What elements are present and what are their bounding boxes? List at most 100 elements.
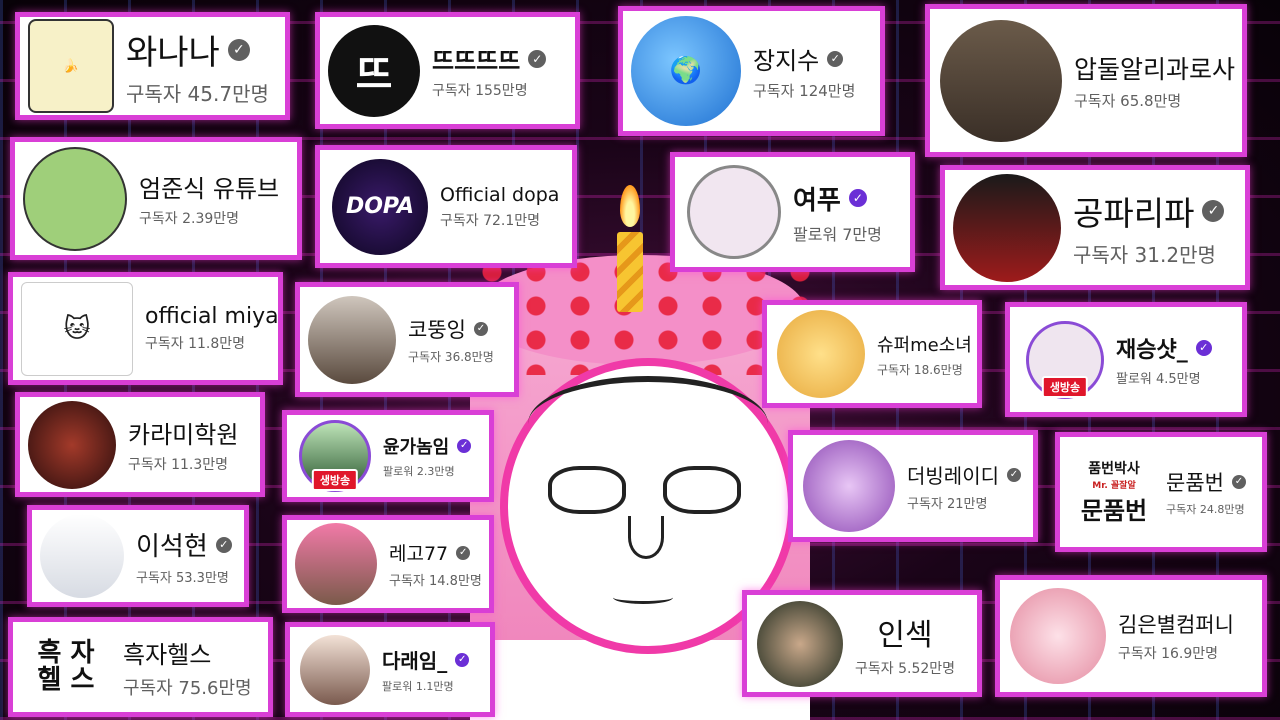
channel-name: 재승샷_ — [1116, 338, 1188, 363]
channel-card-wanana[interactable]: 🍌 와나나 ✓ 구독자 45.7만명 — [15, 12, 290, 120]
channel-name: 다래임_ — [382, 649, 448, 673]
verified-icon: ✓ — [456, 545, 471, 560]
channel-card-heukja[interactable]: 흑 자 헬 스 흑자헬스 구독자 75.6만명 — [8, 617, 273, 717]
verified-icon: ✓ — [215, 536, 232, 553]
channel-card-apdul[interactable]: 압둘알리과로사 구독자 65.8만명 — [925, 4, 1247, 157]
live-badge: 생방송 — [311, 469, 359, 491]
follower-count: 팔로워 4.5만명 — [1116, 372, 1201, 387]
channel-card-jangjisu[interactable]: 🌍 장지수 ✓ 구독자 124만명 — [618, 6, 885, 136]
subscriber-count: 구독자 16.9만명 — [1118, 646, 1219, 662]
channel-name: 인섹 — [877, 617, 933, 653]
dubing-avatar — [803, 440, 895, 532]
subscriber-count: 구독자 155만명 — [432, 83, 528, 99]
follower-count: 팔로워 2.3만명 — [383, 465, 455, 478]
channel-card-lego77[interactable]: 레고77 ✓ 구독자 14.8만명 — [282, 515, 494, 613]
face-nose — [628, 516, 664, 559]
channel-name: 흑자헬스 — [123, 640, 212, 669]
wanana-avatar: 🍌 — [28, 19, 114, 113]
subscriber-count: 구독자 124만명 — [753, 82, 856, 100]
heukja-logo: 흑 자 헬 스 — [37, 637, 95, 695]
channel-name: 압둘알리과로사 — [1074, 55, 1236, 84]
channel-name: 윤가놈임 — [383, 437, 450, 458]
munpumbun-logo: 품번박사 Mr. 꼴잘알 문품번 — [1080, 461, 1148, 525]
channel-card-munpumbun[interactable]: 품번박사 Mr. 꼴잘알 문품번 문품번 ✓ 구독자 24.8만명 — [1055, 432, 1267, 552]
subscriber-count: 구독자 11.8만명 — [145, 336, 246, 352]
verified-icon: ✓ — [1202, 200, 1225, 222]
channel-name: 공파리파 — [1073, 194, 1195, 233]
ddddd-avatar: 뜨 — [328, 24, 420, 117]
apdul-avatar — [940, 19, 1062, 142]
lego77-avatar — [295, 523, 377, 605]
channel-card-gongpa[interactable]: 공파리파 ✓ 구독자 31.2만명 — [940, 165, 1250, 290]
subscriber-count: 구독자 14.8만명 — [389, 574, 482, 589]
channel-card-insek[interactable]: 인섹 구독자 5.52만명 — [742, 590, 982, 697]
channel-name: 레고77 — [389, 543, 449, 565]
verified-icon: ✓ — [473, 322, 488, 336]
gongpa-avatar — [953, 173, 1061, 282]
channel-name: 문품번 — [1166, 471, 1224, 495]
verified-icon: ✓ — [457, 439, 472, 453]
verified-icon: ✓ — [1007, 467, 1021, 482]
channel-name: 이석현 — [136, 532, 208, 562]
follower-count: 팔로워 1.1만명 — [382, 680, 454, 693]
kimeunbyul-avatar — [1010, 588, 1106, 684]
subscriber-count: 구독자 11.3만명 — [128, 457, 229, 473]
subscriber-count: 구독자 31.2만명 — [1073, 243, 1216, 267]
channel-name: Official dopa — [440, 183, 560, 206]
channel-card-jaeseung[interactable]: 생방송 재승샷_ ✓ 팔로워 4.5만명 — [1005, 302, 1247, 417]
channel-card-superme[interactable]: 슈퍼me소녀 구독자 18.6만명 — [762, 300, 982, 408]
subscriber-count: 구독자 24.8만명 — [1166, 503, 1245, 516]
channel-card-kodungying[interactable]: 코뚱잉 ✓ 구독자 36.8만명 — [295, 282, 519, 397]
glasses-left — [548, 466, 626, 514]
channel-card-leeseokhyun[interactable]: 이석현 ✓ 구독자 53.3만명 — [27, 505, 249, 607]
channel-name: official miya — [145, 304, 279, 329]
jaeseung-avatar: 생방송 — [1026, 320, 1104, 399]
subscriber-count: 구독자 2.39만명 — [139, 211, 240, 227]
eomjunsik-avatar — [23, 146, 127, 251]
channel-name: 여푸 — [793, 185, 841, 216]
yeopu-avatar — [687, 165, 781, 259]
channel-card-yungano[interactable]: 생방송 윤가놈임 ✓ 팔로워 2.3만명 — [282, 410, 494, 502]
channel-card-karami[interactable]: 카라미학원 구독자 11.3만명 — [15, 392, 265, 497]
subscriber-count: 구독자 36.8만명 — [408, 350, 494, 364]
verified-icon: ✓ — [455, 652, 470, 667]
live-badge: 생방송 — [1041, 375, 1089, 398]
channel-card-dubing[interactable]: 더빙레이디 ✓ 구독자 21만명 — [788, 430, 1038, 542]
subscriber-count: 구독자 72.1만명 — [440, 212, 541, 229]
channel-name: 더빙레이디 — [907, 464, 999, 488]
yungano-avatar: 생방송 — [299, 420, 371, 492]
candle — [617, 232, 643, 312]
channel-name: 김은별컴퍼니 — [1118, 613, 1234, 637]
jangjisu-avatar: 🌍 — [631, 16, 741, 126]
channel-card-yeopu[interactable]: 여푸 ✓ 팔로워 7만명 — [670, 152, 915, 272]
subscriber-count: 구독자 21만명 — [907, 497, 988, 512]
channel-name: 카라미학원 — [128, 421, 239, 449]
channel-name: 코뚱잉 — [408, 318, 466, 342]
channel-name: 뜨뜨뜨뜨 — [432, 47, 521, 75]
daraeim-avatar — [300, 634, 370, 705]
channel-card-ddddd[interactable]: 뜨 뜨뜨뜨뜨 ✓ 구독자 155만명 — [315, 12, 580, 129]
subscriber-count: 구독자 5.52만명 — [855, 660, 956, 677]
verified-icon: ✓ — [848, 189, 867, 207]
channel-name: 장지수 — [753, 47, 820, 75]
channel-card-kimeunbyul[interactable]: 김은별컴퍼니 구독자 16.9만명 — [995, 575, 1267, 697]
glasses-right — [663, 466, 741, 514]
verified-icon: ✓ — [827, 50, 844, 67]
subscriber-count: 구독자 65.8만명 — [1074, 92, 1182, 110]
verified-icon: ✓ — [1231, 475, 1246, 489]
channel-name: 슈퍼me소녀 — [877, 334, 972, 356]
subscriber-count: 구독자 45.7만명 — [126, 82, 269, 106]
face-mouth — [613, 591, 673, 604]
verified-icon: ✓ — [1195, 340, 1212, 356]
superme-avatar — [777, 310, 865, 398]
channel-card-dopa[interactable]: DOPA Official dopa 구독자 72.1만명 — [315, 145, 577, 268]
channel-card-eomjunsik[interactable]: 엄준식 유튜브 구독자 2.39만명 — [10, 137, 302, 260]
leeseokhyun-avatar — [40, 514, 124, 598]
verified-icon: ✓ — [227, 38, 250, 61]
channel-name: 엄준식 유튜브 — [139, 175, 280, 203]
dopa-avatar: DOPA — [332, 158, 428, 255]
subscriber-count: 구독자 75.6만명 — [123, 677, 252, 699]
channel-card-miya[interactable]: 🐱 official miya 구독자 11.8만명 — [8, 272, 283, 385]
channel-name: 와나나 — [126, 33, 220, 73]
channel-card-daraeim[interactable]: 다래임_ ✓ 팔로워 1.1만명 — [285, 622, 495, 717]
